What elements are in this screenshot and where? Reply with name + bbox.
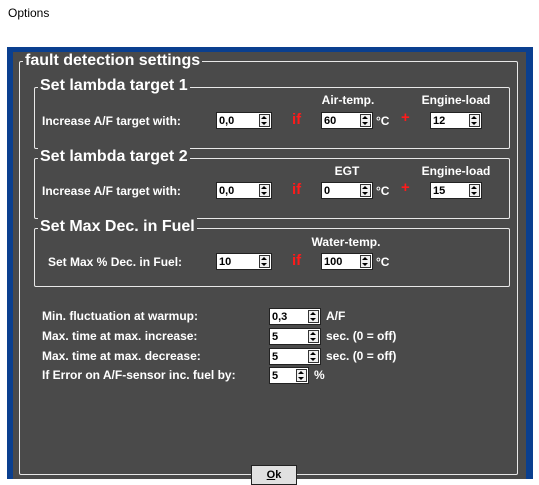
window-title: Options xyxy=(8,6,50,20)
max-dec-spinner[interactable] xyxy=(216,253,272,270)
max-increase-spinner-buttons[interactable] xyxy=(308,330,319,343)
spin-up-icon[interactable] xyxy=(309,331,318,336)
increase-label-1: Increase A/F target with: xyxy=(42,114,181,128)
airtemp-header: Air-temp. xyxy=(321,93,375,107)
spin-up-icon[interactable] xyxy=(309,311,318,316)
warmup-input[interactable] xyxy=(272,309,308,324)
increase-spinner-2-buttons[interactable] xyxy=(259,184,270,197)
max-decrease-spinner[interactable] xyxy=(269,348,321,365)
if-label-3: if xyxy=(292,252,302,269)
title-bar: Options xyxy=(0,0,539,30)
spin-down-icon[interactable] xyxy=(361,262,370,267)
max-decrease-spinner-buttons[interactable] xyxy=(308,350,319,363)
airtemp-spinner-buttons[interactable] xyxy=(360,114,371,127)
max-dec-input[interactable] xyxy=(219,254,259,269)
spin-up-icon[interactable] xyxy=(260,185,269,190)
ok-button[interactable]: Ok xyxy=(251,465,297,485)
spin-down-icon[interactable] xyxy=(260,262,269,267)
engineload-header-2: Engine-load xyxy=(421,164,491,178)
misc-label-max-decrease: Max. time at max. decrease: xyxy=(42,349,201,363)
ok-button-accel: O xyxy=(266,469,276,481)
watertemp-spinner-buttons[interactable] xyxy=(360,255,371,268)
max-dec-spinner-buttons[interactable] xyxy=(259,255,270,268)
misc-label-sensor-error: If Error on A/F-sensor inc. fuel by: xyxy=(42,368,236,382)
max-increase-input[interactable] xyxy=(272,329,308,344)
engineload-spinner-1[interactable] xyxy=(430,112,482,129)
lambda-target-2-legend: Set lambda target 2 xyxy=(38,148,190,166)
max-dec-label: Set Max % Dec. in Fuel: xyxy=(48,255,183,269)
spin-up-icon[interactable] xyxy=(361,115,370,120)
spin-up-icon[interactable] xyxy=(361,185,370,190)
increase-input-2[interactable] xyxy=(219,183,259,198)
engineload-spinner-2-buttons[interactable] xyxy=(469,184,480,197)
lambda-target-1-legend: Set lambda target 1 xyxy=(38,77,190,95)
increase-label-2: Increase A/F target with: xyxy=(42,184,181,198)
airtemp-unit: °C xyxy=(376,114,390,128)
spin-down-icon[interactable] xyxy=(309,317,318,322)
options-window: fault detection settings Set lambda targ… xyxy=(0,30,539,485)
watertemp-header: Water-temp. xyxy=(311,235,381,249)
airtemp-input[interactable] xyxy=(324,113,360,128)
plus-icon-2: + xyxy=(401,179,410,196)
watertemp-spinner[interactable] xyxy=(321,253,373,270)
spin-up-icon[interactable] xyxy=(309,351,318,356)
spin-down-icon[interactable] xyxy=(361,191,370,196)
spin-down-icon[interactable] xyxy=(470,121,479,126)
spin-down-icon[interactable] xyxy=(470,191,479,196)
spin-down-icon[interactable] xyxy=(309,357,318,362)
spin-up-icon[interactable] xyxy=(470,115,479,120)
if-label-1: if xyxy=(292,111,302,128)
sensor-error-unit: % xyxy=(314,368,325,382)
max-dec-fuel-legend: Set Max Dec. in Fuel xyxy=(38,218,197,236)
ok-button-label: k xyxy=(275,469,282,481)
engineload-spinner-2[interactable] xyxy=(430,182,482,199)
egt-input[interactable] xyxy=(324,183,360,198)
egt-spinner[interactable] xyxy=(321,182,373,199)
engineload-input-1[interactable] xyxy=(433,113,469,128)
engineload-header-1: Engine-load xyxy=(421,93,491,107)
spin-up-icon[interactable] xyxy=(361,256,370,261)
warmup-spinner-buttons[interactable] xyxy=(308,310,319,323)
spin-down-icon[interactable] xyxy=(297,376,306,381)
increase-spinner-1[interactable] xyxy=(216,112,272,129)
spin-up-icon[interactable] xyxy=(470,185,479,190)
warmup-spinner[interactable] xyxy=(269,308,321,325)
spin-down-icon[interactable] xyxy=(260,121,269,126)
spin-up-icon[interactable] xyxy=(260,256,269,261)
settings-panel: fault detection settings Set lambda targ… xyxy=(13,52,526,485)
warmup-unit: A/F xyxy=(326,309,346,323)
spin-down-icon[interactable] xyxy=(361,121,370,126)
if-label-2: if xyxy=(292,181,302,198)
spin-up-icon[interactable] xyxy=(297,370,306,375)
egt-unit: °C xyxy=(376,184,390,198)
watertemp-input[interactable] xyxy=(324,254,360,269)
max-decrease-unit: sec. (0 = off) xyxy=(326,349,397,363)
max-increase-unit: sec. (0 = off) xyxy=(326,329,397,343)
spin-down-icon[interactable] xyxy=(260,191,269,196)
engineload-input-2[interactable] xyxy=(433,183,469,198)
sensor-error-spinner[interactable] xyxy=(269,367,309,384)
increase-spinner-2[interactable] xyxy=(216,182,272,199)
engineload-spinner-1-buttons[interactable] xyxy=(469,114,480,127)
increase-spinner-1-buttons[interactable] xyxy=(259,114,270,127)
misc-label-warmup: Min. fluctuation at warmup: xyxy=(42,309,198,323)
increase-input-1[interactable] xyxy=(219,113,259,128)
misc-label-max-increase: Max. time at max. increase: xyxy=(42,329,198,343)
max-increase-spinner[interactable] xyxy=(269,328,321,345)
egt-header: EGT xyxy=(334,164,360,178)
plus-icon-1: + xyxy=(401,109,410,126)
max-decrease-input[interactable] xyxy=(272,349,308,364)
spin-up-icon[interactable] xyxy=(260,115,269,120)
fault-detection-legend: fault detection settings xyxy=(23,52,203,70)
watertemp-unit: °C xyxy=(376,255,390,269)
sensor-error-input[interactable] xyxy=(272,368,296,383)
spin-down-icon[interactable] xyxy=(309,337,318,342)
airtemp-spinner[interactable] xyxy=(321,112,373,129)
egt-spinner-buttons[interactable] xyxy=(360,184,371,197)
sensor-error-spinner-buttons[interactable] xyxy=(296,369,307,382)
